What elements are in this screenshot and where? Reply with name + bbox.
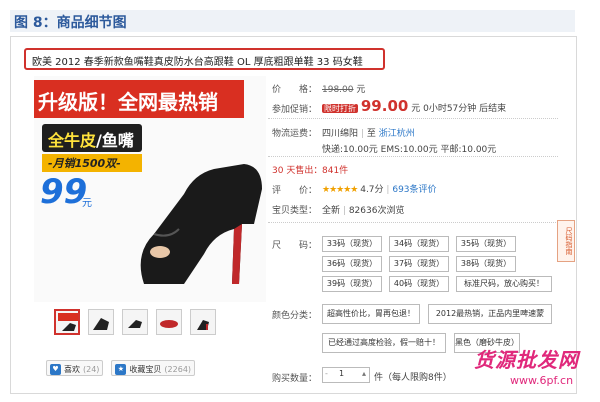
promo-banner: 升级版！全网最热销 — [34, 80, 244, 118]
original-price: 198.00 — [322, 85, 354, 95]
size-option[interactable]: 40码（现货） — [389, 276, 449, 292]
color-option[interactable]: 已经通过高度检验，假一赔十！ — [322, 333, 446, 353]
promo-material-text: 全牛皮 — [48, 131, 97, 150]
like-count: (24) — [83, 364, 100, 374]
figure-header: 图 8：商品细节图 — [10, 10, 575, 32]
size-option[interactable]: 36码（现货） — [322, 256, 382, 272]
size-option[interactable]: 34码（现货） — [389, 236, 449, 252]
quantity-note: 件（每人限购8件） — [374, 373, 452, 383]
shoe-illustration — [140, 164, 262, 284]
rating-score: 4.7分 — [360, 185, 384, 195]
chevron-icon[interactable]: ▴ — [362, 369, 366, 378]
thumbnail-strip — [54, 309, 216, 335]
promo-price: 99 — [40, 172, 88, 212]
thumbnail-3[interactable] — [122, 309, 148, 335]
quantity-stepper[interactable]: - 1 ▴ — [322, 367, 370, 383]
type-row: 全新 | 82636次浏览 — [322, 206, 405, 216]
watermark-logo: 货源批发网 — [474, 348, 579, 372]
promo-label: 参加促销： — [272, 105, 318, 115]
shipping-route: 四川绵阳 | 至 浙江杭州 — [322, 129, 415, 139]
rating-label: 评 价： — [272, 186, 318, 196]
shipping-to-prefix: 至 — [366, 129, 376, 139]
favorite-label: 收藏宝贝 — [129, 364, 162, 374]
promo-unit: 元 — [82, 198, 92, 209]
quantity-value: 1 — [339, 369, 345, 378]
original-price-unit: 元 — [356, 85, 366, 95]
figure-title: 图 8：商品细节图 — [14, 15, 127, 31]
star-icon: ★ — [115, 363, 127, 375]
watermark-url: www.6pf.cn — [510, 374, 574, 387]
promo-row: 限时打折 99.00 元 0小时57分钟 后结束 — [322, 97, 506, 115]
divider — [268, 118, 558, 119]
rating-row: ★★★★★ 4.7分 | 693条评价 — [322, 185, 437, 195]
favorite-button[interactable]: ★ 收藏宝贝 (2264) — [111, 360, 196, 376]
product-title: 欧美 2012 春季新款鱼嘴鞋真皮防水台高跟鞋 OL 厚底粗跟单鞋 33 码女鞋 — [24, 48, 385, 70]
divider — [268, 222, 558, 223]
promo-price-unit: 元 — [411, 104, 421, 114]
promo-price-value: 99.00 — [360, 97, 409, 115]
price-row: 198.00 元 — [322, 82, 365, 95]
size-option[interactable]: 39码（现货） — [322, 276, 382, 292]
price-label: 价 格： — [272, 85, 318, 95]
divider — [268, 156, 558, 157]
size-option[interactable]: 37码（现货） — [389, 256, 449, 272]
size-option[interactable]: 标准尺码，放心购买！ — [456, 276, 552, 292]
rating-count-link[interactable]: 693条评价 — [392, 185, 436, 195]
size-guide-tag[interactable]: 尺码指南 — [557, 220, 575, 262]
promo-tag: 限时打折 — [322, 104, 358, 113]
rating-stars: ★★★★★ — [322, 185, 358, 195]
shipping-from: 四川绵阳 — [322, 129, 359, 139]
product-main-image[interactable]: 升级版！全网最热销 全牛皮/鱼嘴 -月销1500双- 99 元 — [34, 76, 266, 302]
size-options: 33码（现货） 34码（现货） 35码（现货） 36码（现货） 37码（现货） … — [322, 236, 552, 292]
sales-count: 841件 — [322, 166, 349, 176]
color-option[interactable]: 2012最热销，正品内里啤速蒙 — [428, 304, 552, 324]
size-option[interactable]: 33码（现货） — [322, 236, 382, 252]
shipping-fees: 快递:10.00元 EMS:10.00元 平邮:10.00元 — [322, 145, 497, 155]
thumbnail-1[interactable] — [54, 309, 80, 335]
view-count: 82636次浏览 — [348, 206, 405, 216]
type-label: 宝贝类型： — [272, 206, 318, 216]
color-option[interactable]: 超高性价比，胃再包退！ — [322, 304, 420, 324]
sales-label: 30 天售出： — [272, 166, 323, 176]
social-actions: ♥ 喜欢 (24) ★ 收藏宝贝 (2264) — [46, 360, 196, 376]
heart-icon: ♥ — [50, 363, 61, 375]
like-label: 喜欢 — [64, 364, 80, 374]
size-option[interactable]: 35码（现货） — [456, 236, 516, 252]
quantity-label: 购买数量： — [272, 374, 318, 384]
thumbnail-4[interactable] — [156, 309, 182, 335]
color-label: 颜色分类： — [272, 311, 318, 321]
favorite-count: (2264) — [164, 364, 192, 374]
shipping-to[interactable]: 浙江杭州 — [379, 129, 415, 139]
shipping-label: 物流运费： — [272, 129, 318, 139]
thumbnail-2[interactable] — [88, 309, 114, 335]
size-label: 尺 码： — [272, 241, 318, 251]
type-value: 全新 — [322, 206, 341, 216]
like-button[interactable]: ♥ 喜欢 (24) — [46, 360, 104, 376]
size-option[interactable]: 38码（现货） — [456, 256, 516, 272]
promo-countdown: 0小时57分钟 后结束 — [423, 104, 507, 114]
thumbnail-5[interactable] — [190, 309, 216, 335]
minus-icon[interactable]: - — [325, 369, 328, 378]
